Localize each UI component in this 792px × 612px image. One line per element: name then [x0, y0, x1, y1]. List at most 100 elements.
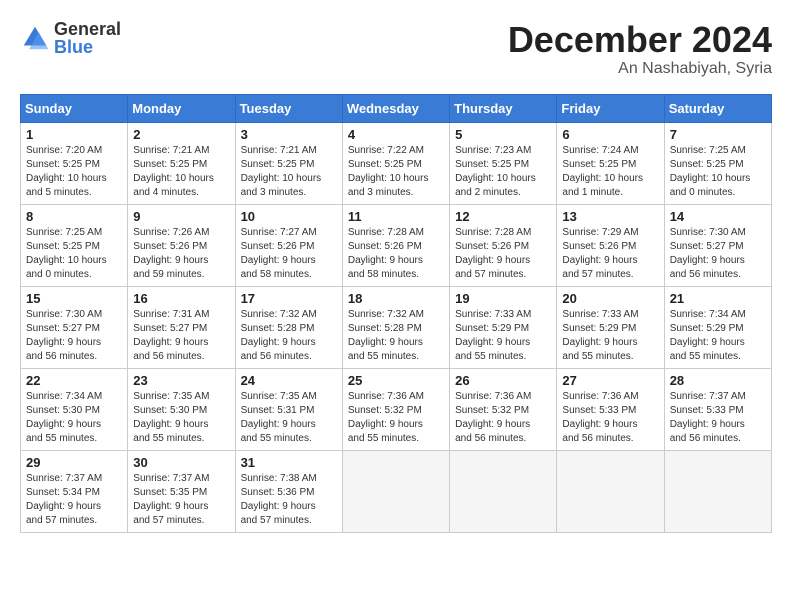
calendar-day-cell: 12 Sunrise: 7:28 AM Sunset: 5:26 PM Dayli… [450, 204, 557, 286]
calendar-day-cell: 14 Sunrise: 7:30 AM Sunset: 5:27 PM Dayli… [664, 204, 771, 286]
calendar-day-cell: 2Sunrise: 7:21 AM Sunset: 5:25 PM Daylig… [128, 122, 235, 204]
day-info: Sunrise: 7:35 AM Sunset: 5:31 PM Dayligh… [241, 390, 337, 446]
day-info: Sunrise: 7:28 AM Sunset: 5:26 PM Dayligh… [455, 226, 551, 282]
calendar-day-cell: 19 Sunrise: 7:33 AM Sunset: 5:29 PM Dayli… [450, 286, 557, 368]
calendar-day-cell: 17 Sunrise: 7:32 AM Sunset: 5:28 PM Dayli… [235, 286, 342, 368]
calendar-day-cell: 21 Sunrise: 7:34 AM Sunset: 5:29 PM Dayli… [664, 286, 771, 368]
logo-general: General [54, 20, 121, 38]
header-day: Tuesday [235, 94, 342, 122]
header-row: SundayMondayTuesdayWednesdayThursdayFrid… [21, 94, 772, 122]
day-info: Sunrise: 7:31 AM Sunset: 5:27 PM Dayligh… [133, 308, 229, 364]
location: An Nashabiyah, Syria [508, 60, 772, 78]
title-block: December 2024 An Nashabiyah, Syria [508, 20, 772, 78]
day-number: 24 [241, 373, 337, 388]
day-number: 23 [133, 373, 229, 388]
calendar-day-cell [557, 450, 664, 532]
day-number: 22 [26, 373, 122, 388]
calendar-week-row: 8 Sunrise: 7:25 AM Sunset: 5:25 PM Daylig… [21, 204, 772, 286]
calendar-day-cell: 20 Sunrise: 7:33 AM Sunset: 5:29 PM Dayli… [557, 286, 664, 368]
calendar-day-cell: 11Sunrise: 7:28 AM Sunset: 5:26 PM Dayli… [342, 204, 449, 286]
day-number: 11 [348, 209, 444, 224]
day-info: Sunrise: 7:32 AM Sunset: 5:28 PM Dayligh… [348, 308, 444, 364]
calendar-day-cell: 30Sunrise: 7:37 AM Sunset: 5:35 PM Dayli… [128, 450, 235, 532]
calendar-day-cell: 4Sunrise: 7:22 AM Sunset: 5:25 PM Daylig… [342, 122, 449, 204]
day-info: Sunrise: 7:21 AM Sunset: 5:25 PM Dayligh… [241, 144, 337, 200]
calendar-day-cell: 13Sunrise: 7:29 AM Sunset: 5:26 PM Dayli… [557, 204, 664, 286]
day-number: 29 [26, 455, 122, 470]
calendar-day-cell [342, 450, 449, 532]
day-info: Sunrise: 7:27 AM Sunset: 5:26 PM Dayligh… [241, 226, 337, 282]
calendar-day-cell: 6Sunrise: 7:24 AM Sunset: 5:25 PM Daylig… [557, 122, 664, 204]
day-number: 3 [241, 127, 337, 142]
day-info: Sunrise: 7:36 AM Sunset: 5:33 PM Dayligh… [562, 390, 658, 446]
day-info: Sunrise: 7:34 AM Sunset: 5:30 PM Dayligh… [26, 390, 122, 446]
calendar-day-cell: 3 Sunrise: 7:21 AM Sunset: 5:25 PM Daylig… [235, 122, 342, 204]
calendar-day-cell: 26 Sunrise: 7:36 AM Sunset: 5:32 PM Dayli… [450, 368, 557, 450]
day-number: 26 [455, 373, 551, 388]
day-info: Sunrise: 7:34 AM Sunset: 5:29 PM Dayligh… [670, 308, 766, 364]
day-number: 30 [133, 455, 229, 470]
day-info: Sunrise: 7:21 AM Sunset: 5:25 PM Dayligh… [133, 144, 229, 200]
day-info: Sunrise: 7:26 AM Sunset: 5:26 PM Dayligh… [133, 226, 229, 282]
day-number: 4 [348, 127, 444, 142]
header-day: Saturday [664, 94, 771, 122]
calendar-day-cell: 31Sunrise: 7:38 AM Sunset: 5:36 PM Dayli… [235, 450, 342, 532]
day-number: 10 [241, 209, 337, 224]
day-number: 25 [348, 373, 444, 388]
calendar-week-row: 22 Sunrise: 7:34 AM Sunset: 5:30 PM Dayli… [21, 368, 772, 450]
calendar-day-cell: 8 Sunrise: 7:25 AM Sunset: 5:25 PM Daylig… [21, 204, 128, 286]
calendar-week-row: 1 Sunrise: 7:20 AM Sunset: 5:25 PM Daylig… [21, 122, 772, 204]
day-number: 21 [670, 291, 766, 306]
day-number: 9 [133, 209, 229, 224]
day-number: 20 [562, 291, 658, 306]
day-info: Sunrise: 7:33 AM Sunset: 5:29 PM Dayligh… [455, 308, 551, 364]
day-number: 27 [562, 373, 658, 388]
logo-icon [20, 23, 50, 53]
day-number: 8 [26, 209, 122, 224]
calendar-day-cell: 7Sunrise: 7:25 AM Sunset: 5:25 PM Daylig… [664, 122, 771, 204]
calendar-day-cell: 22 Sunrise: 7:34 AM Sunset: 5:30 PM Dayli… [21, 368, 128, 450]
calendar-day-cell: 25 Sunrise: 7:36 AM Sunset: 5:32 PM Dayli… [342, 368, 449, 450]
day-number: 31 [241, 455, 337, 470]
calendar-day-cell [450, 450, 557, 532]
day-number: 7 [670, 127, 766, 142]
calendar-day-cell: 15 Sunrise: 7:30 AM Sunset: 5:27 PM Dayli… [21, 286, 128, 368]
day-number: 1 [26, 127, 122, 142]
calendar-day-cell: 23 Sunrise: 7:35 AM Sunset: 5:30 PM Dayli… [128, 368, 235, 450]
calendar-week-row: 15 Sunrise: 7:30 AM Sunset: 5:27 PM Dayli… [21, 286, 772, 368]
calendar-day-cell: 1 Sunrise: 7:20 AM Sunset: 5:25 PM Daylig… [21, 122, 128, 204]
day-info: Sunrise: 7:36 AM Sunset: 5:32 PM Dayligh… [455, 390, 551, 446]
calendar-day-cell: 9 Sunrise: 7:26 AM Sunset: 5:26 PM Daylig… [128, 204, 235, 286]
day-info: Sunrise: 7:25 AM Sunset: 5:25 PM Dayligh… [26, 226, 122, 282]
header-day: Sunday [21, 94, 128, 122]
calendar-day-cell: 18Sunrise: 7:32 AM Sunset: 5:28 PM Dayli… [342, 286, 449, 368]
day-number: 28 [670, 373, 766, 388]
calendar-day-cell: 5Sunrise: 7:23 AM Sunset: 5:25 PM Daylig… [450, 122, 557, 204]
calendar-day-cell: 16Sunrise: 7:31 AM Sunset: 5:27 PM Dayli… [128, 286, 235, 368]
day-info: Sunrise: 7:32 AM Sunset: 5:28 PM Dayligh… [241, 308, 337, 364]
day-info: Sunrise: 7:37 AM Sunset: 5:33 PM Dayligh… [670, 390, 766, 446]
calendar-day-cell: 27 Sunrise: 7:36 AM Sunset: 5:33 PM Dayli… [557, 368, 664, 450]
day-info: Sunrise: 7:20 AM Sunset: 5:25 PM Dayligh… [26, 144, 122, 200]
day-number: 14 [670, 209, 766, 224]
header-day: Friday [557, 94, 664, 122]
day-info: Sunrise: 7:23 AM Sunset: 5:25 PM Dayligh… [455, 144, 551, 200]
day-info: Sunrise: 7:35 AM Sunset: 5:30 PM Dayligh… [133, 390, 229, 446]
day-info: Sunrise: 7:33 AM Sunset: 5:29 PM Dayligh… [562, 308, 658, 364]
month-title: December 2024 [508, 20, 772, 60]
logo-blue: Blue [54, 38, 121, 56]
day-number: 19 [455, 291, 551, 306]
day-info: Sunrise: 7:24 AM Sunset: 5:25 PM Dayligh… [562, 144, 658, 200]
logo-text: General Blue [54, 20, 121, 56]
day-number: 17 [241, 291, 337, 306]
day-info: Sunrise: 7:29 AM Sunset: 5:26 PM Dayligh… [562, 226, 658, 282]
day-info: Sunrise: 7:36 AM Sunset: 5:32 PM Dayligh… [348, 390, 444, 446]
calendar-day-cell [664, 450, 771, 532]
logo: General Blue [20, 20, 121, 56]
calendar-week-row: 29Sunrise: 7:37 AM Sunset: 5:34 PM Dayli… [21, 450, 772, 532]
header-day: Wednesday [342, 94, 449, 122]
day-info: Sunrise: 7:30 AM Sunset: 5:27 PM Dayligh… [670, 226, 766, 282]
day-number: 15 [26, 291, 122, 306]
day-info: Sunrise: 7:30 AM Sunset: 5:27 PM Dayligh… [26, 308, 122, 364]
day-number: 12 [455, 209, 551, 224]
